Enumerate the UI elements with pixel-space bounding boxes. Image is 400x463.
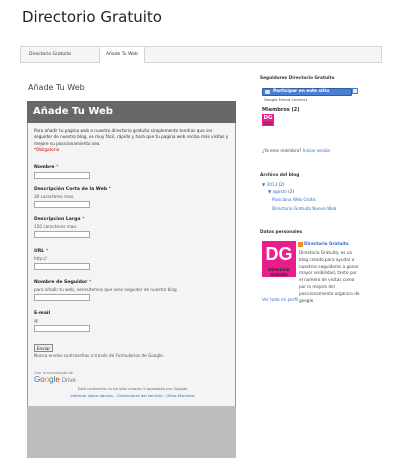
followers-heading: Seguidores Directorio Gratuito: [260, 76, 335, 81]
gfc-options-icon[interactable]: [352, 88, 358, 94]
view-profile-link[interactable]: Ver todo mi perfil: [262, 297, 298, 302]
join-site-button[interactable]: Participar en este sitio: [262, 88, 352, 96]
profile-name-link[interactable]: Directorio Gratuito: [298, 241, 349, 247]
about-heading: Datos personales: [260, 230, 303, 235]
member-avatar-initials: DG: [263, 115, 273, 121]
join-label: Participar en este sitio: [273, 89, 330, 94]
tab-anade-tu-web[interactable]: Añade Tu Web: [99, 47, 145, 63]
drive-label: Drive: [61, 378, 76, 384]
form-header: Añade Tu Web: [27, 101, 236, 123]
field-label-text: Nombre de Seguidor: [34, 280, 88, 285]
descripcion-corta-input[interactable]: [34, 201, 90, 208]
required-note: *Obligatorio: [34, 146, 60, 152]
blog-title[interactable]: Directorio Gratuito: [22, 8, 162, 26]
form-footer-links[interactable]: Informar sobre abusos - Condiciones del …: [40, 393, 225, 398]
archive-heading: Archivo del blog: [260, 173, 300, 178]
archive-post-link[interactable]: Directorio Gratuito Nueva Web: [272, 206, 336, 211]
archive-post-link[interactable]: Posiciona Web Gratis: [272, 197, 316, 202]
archive-year-link[interactable]: 2013: [267, 182, 278, 187]
profile-logo-sub: Directorio Gratuito: [268, 267, 290, 277]
already-member-text: ¿Ya eres miembro? Iniciar sesión: [262, 148, 330, 153]
field-label-text: URL: [34, 249, 45, 254]
page-tabs: Directorio Gratuito Añade Tu Web: [20, 46, 382, 63]
member-avatar[interactable]: DG Directorio Gratuito: [262, 114, 274, 126]
google-drive-logo[interactable]: Google Drive: [34, 375, 76, 384]
archive-year[interactable]: ▼ 2013 (2): [262, 182, 285, 187]
field-label-descripcion-larga: Descripcion Larga *: [34, 217, 84, 222]
form-description-text: Para añadir tu pagina web a nuestro dire…: [34, 128, 229, 146]
required-asterisk: *: [82, 217, 85, 222]
archive-month[interactable]: ▼ agosto (2): [268, 189, 294, 194]
email-input[interactable]: [34, 325, 90, 332]
required-asterisk: *: [56, 165, 59, 170]
people-icon: [265, 90, 270, 94]
gfc-label: Google Friend Connect: [264, 97, 308, 102]
form-frame-footer: [27, 406, 236, 458]
blogger-profile-icon: [298, 241, 303, 247]
url-prefill: http://: [34, 256, 47, 261]
profile-logo[interactable]: DG Directorio Gratuito: [262, 241, 296, 277]
form-body: Para añadir tu pagina web a nuestro dire…: [27, 123, 236, 406]
field-label-descripcion-corta: Descripción Corta de la Web *: [34, 187, 111, 192]
field-help-nombre-seguidor: para añadir tu web, necesitemos que seas…: [34, 287, 177, 292]
member-avatar-sub: Directorio Gratuito: [263, 122, 273, 126]
field-label-text: Descripcion Larga: [34, 217, 81, 222]
email-prefill: @: [34, 318, 39, 323]
expand-triangle-icon[interactable]: ▼: [262, 182, 265, 187]
form-description: Para añadir tu pagina web a nuestro dire…: [34, 128, 230, 153]
expand-triangle-icon[interactable]: ▼: [268, 189, 271, 194]
required-asterisk: *: [108, 187, 112, 192]
archive-month-count: (2): [288, 189, 295, 194]
members-label: Miembros (2): [262, 107, 300, 113]
url-input[interactable]: [34, 263, 90, 270]
field-label-text: Nombre: [34, 165, 55, 170]
nombre-input[interactable]: [34, 172, 90, 179]
form-title: Añade Tu Web: [33, 106, 113, 117]
profile-bio: Directorio Gratuito, es un blog creado p…: [299, 250, 360, 303]
required-asterisk: *: [45, 249, 49, 254]
profile-logo-initials: DG: [265, 244, 293, 264]
field-label-email: E-mail: [34, 311, 50, 316]
profile-name-text: Directorio Gratuito: [304, 241, 349, 246]
field-label-url: URL *: [34, 249, 48, 254]
created-note: Este contenido no ha sido creado ni apro…: [77, 386, 189, 391]
field-label-nombre-seguidor: Nombre de Seguidor *: [34, 280, 91, 285]
field-label-nombre: Nombre *: [34, 165, 58, 170]
password-warning: Nunca envíes contraseñas a través de For…: [34, 353, 165, 358]
field-label-text: E-mail: [34, 311, 51, 316]
archive-year-count: (2): [278, 182, 285, 187]
field-help-descripcion-larga: 150 caracteres max.: [34, 224, 78, 229]
archive-month-link[interactable]: agosto: [273, 189, 287, 194]
required-asterisk: *: [88, 280, 92, 285]
field-help-descripcion-corta: 30 caracteres max.: [34, 194, 75, 199]
nombre-seguidor-input[interactable]: [34, 294, 90, 301]
descripcion-larga-input[interactable]: [34, 231, 90, 238]
field-label-text: Descripción Corta de la Web: [34, 187, 108, 192]
already-member-label: ¿Ya eres miembro?: [262, 148, 302, 153]
tab-directorio-gratuito[interactable]: Directorio Gratuito: [23, 47, 77, 62]
submit-button[interactable]: Enviar: [34, 344, 53, 352]
post-title: Añade Tu Web: [28, 83, 85, 92]
google-logo-letter: e: [55, 375, 60, 384]
sign-in-link[interactable]: Iniciar sesión: [303, 148, 330, 153]
